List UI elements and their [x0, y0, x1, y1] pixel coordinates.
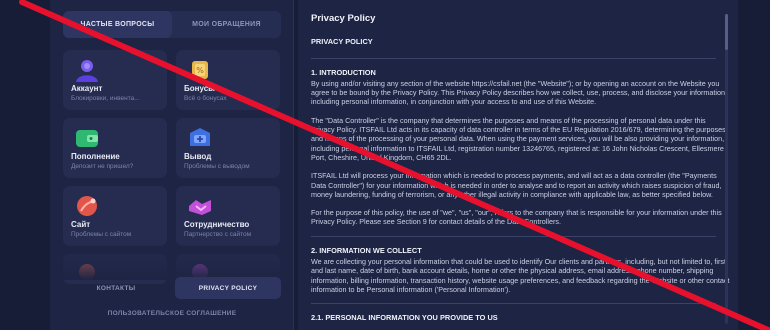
divider	[311, 235, 716, 237]
card-subtitle: Всё о бонусах	[184, 95, 227, 102]
scroll-fade	[50, 240, 293, 280]
document-panel: Privacy Policy PRIVACY POLICY 1. INTRODU…	[298, 0, 738, 330]
tab-my-tickets[interactable]: МОИ ОБРАЩЕНИЯ	[172, 11, 281, 38]
svg-text:%: %	[196, 66, 204, 75]
site-icon	[77, 196, 97, 216]
wallet-icon	[76, 130, 98, 147]
section-title: 2. INFORMATION WE COLLECT	[311, 245, 422, 255]
card-title: Вывод	[184, 152, 212, 161]
card-title: Сотрудничество	[184, 220, 250, 229]
card-title: Пополнение	[71, 152, 120, 161]
card-deposit[interactable]: Пополнение Депозит не пришел?	[63, 118, 167, 178]
paragraph: By using and/or visiting any section of …	[311, 78, 728, 107]
tab-faq[interactable]: ЧАСТЫЕ ВОПРОСЫ	[63, 11, 172, 38]
tab-privacy-policy[interactable]: PRIVACY POLICY	[175, 277, 281, 299]
divider	[311, 303, 716, 305]
divider	[311, 57, 716, 59]
section-title: 2.1. PERSONAL INFORMATION YOU PROVIDE TO…	[311, 313, 498, 323]
bottom-tabs: КОНТАКТЫ PRIVACY POLICY	[63, 277, 281, 299]
card-subtitle: Депозит не пришел?	[71, 163, 134, 170]
page-title: Privacy Policy	[311, 14, 376, 24]
paragraph: For the purpose of this policy, the use …	[311, 208, 722, 227]
card-withdraw[interactable]: Вывод Проблемы с выводом	[176, 118, 280, 178]
scrollbar-track[interactable]	[725, 14, 728, 324]
privacy-policy-document: Privacy Policy PRIVACY POLICY 1. INTRODU…	[311, 14, 731, 330]
scrollbar-thumb[interactable]	[725, 14, 728, 50]
paragraph: The "Data Controller" is the company tha…	[311, 115, 726, 162]
card-title: Аккаунт	[71, 84, 103, 93]
card-subtitle: Проблемы с выводом	[184, 163, 250, 170]
card-subtitle: Проблемы с сайтом	[71, 231, 132, 238]
document-heading: PRIVACY POLICY	[311, 37, 373, 47]
card-subtitle: Партнерство с сайтом	[184, 231, 252, 238]
card-partnership[interactable]: Сотрудничество Партнерство с сайтом	[176, 186, 280, 246]
section-title: 1. INTRODUCTION	[311, 67, 376, 77]
card-bonuses[interactable]: % Бонусы Всё о бонусах	[176, 50, 280, 110]
bonus-icon: %	[192, 61, 208, 79]
user-icon	[76, 60, 98, 82]
card-subtitle: Блокировки, инвента...	[71, 95, 140, 102]
tab-contacts[interactable]: КОНТАКТЫ	[63, 277, 169, 299]
user-agreement-link[interactable]: ПОЛЬЗОВАТЕЛЬСКОЕ СОГЛАШЕНИЕ	[63, 310, 281, 317]
card-site[interactable]: Сайт Проблемы с сайтом	[63, 186, 167, 246]
help-sidebar: ЧАСТЫЕ ВОПРОСЫ МОИ ОБРАЩЕНИЯ Аккаунт Бло…	[50, 0, 294, 330]
card-title: Бонусы	[184, 84, 215, 93]
card-title: Сайт	[71, 220, 91, 229]
paragraph: We are collecting your personal informat…	[311, 257, 730, 294]
partnership-icon	[189, 200, 211, 215]
faq-tabs: ЧАСТЫЕ ВОПРОСЫ МОИ ОБРАЩЕНИЯ	[63, 11, 281, 38]
paragraph: ITSFAIL Ltd will process your informatio…	[311, 171, 722, 199]
card-account[interactable]: Аккаунт Блокировки, инвента...	[63, 50, 167, 110]
withdraw-icon	[190, 128, 210, 146]
